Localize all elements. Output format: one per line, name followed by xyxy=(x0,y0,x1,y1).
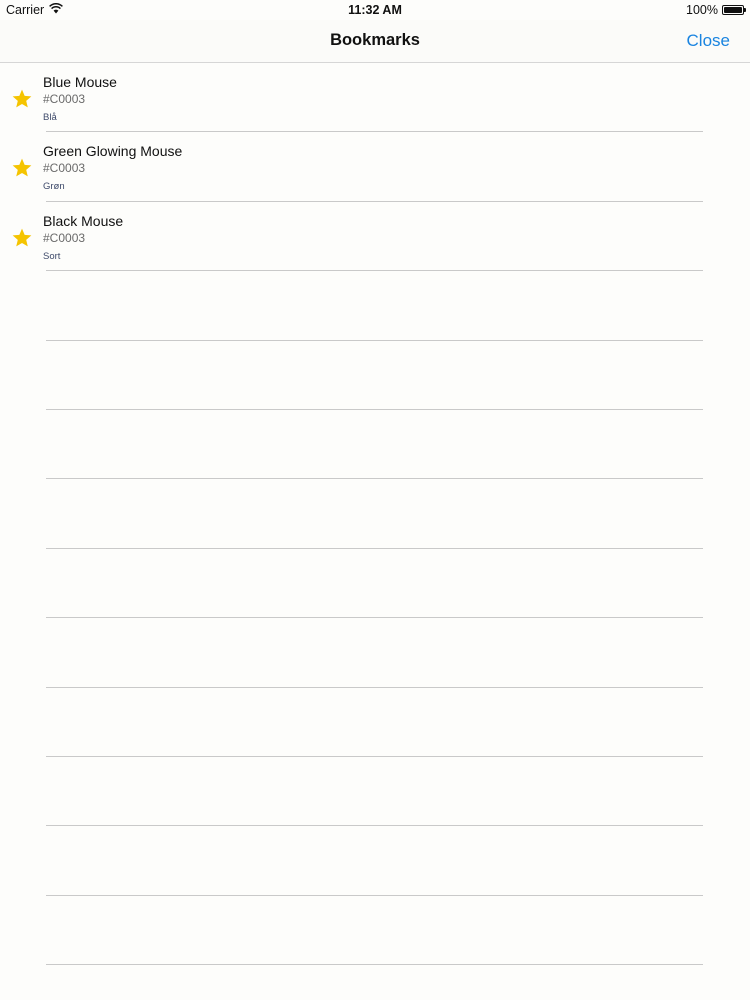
bookmark-row[interactable]: Black Mouse #C0003 Sort xyxy=(0,202,750,272)
bookmark-row[interactable]: Green Glowing Mouse #C0003 Grøn xyxy=(0,132,750,202)
star-icon[interactable] xyxy=(11,88,33,110)
battery-percent: 100% xyxy=(686,3,718,17)
empty-row xyxy=(0,410,750,480)
bookmark-color-label: Grøn xyxy=(43,181,65,193)
empty-row xyxy=(0,341,750,410)
empty-row xyxy=(0,618,750,688)
empty-row xyxy=(0,688,750,757)
navigation-bar: Bookmarks Close xyxy=(0,20,750,63)
bookmark-color-label: Sort xyxy=(43,250,61,262)
bookmark-title: Blue Mouse xyxy=(43,74,117,90)
close-button[interactable]: Close xyxy=(687,31,730,51)
battery-tip xyxy=(744,8,746,12)
empty-row xyxy=(0,479,750,549)
bookmark-color-label: Blå xyxy=(43,112,57,123)
bookmark-code: #C0003 xyxy=(43,230,86,245)
empty-row xyxy=(0,896,750,966)
star-icon[interactable] xyxy=(11,227,33,249)
bookmark-title: Green Glowing Mouse xyxy=(43,143,183,160)
empty-row xyxy=(0,757,750,827)
empty-row xyxy=(0,549,750,619)
status-right: 100% xyxy=(686,3,746,17)
star-icon[interactable] xyxy=(11,157,33,179)
row-divider xyxy=(46,964,703,966)
bookmark-code: #C0003 xyxy=(43,92,86,106)
status-bar: Carrier 11:32 AM 100% xyxy=(0,0,750,20)
battery-icon xyxy=(722,5,746,15)
empty-row xyxy=(0,826,750,896)
bookmark-row[interactable]: Blue Mouse #C0003 Blå xyxy=(0,63,750,133)
page-title: Bookmarks xyxy=(330,31,420,49)
status-time: 11:32 AM xyxy=(348,3,402,17)
empty-row xyxy=(0,271,750,341)
bookmark-code: #C0003 xyxy=(43,161,86,176)
bookmark-title: Black Mouse xyxy=(43,212,124,229)
bookmarks-list: Blue Mouse #C0003 Blå Green Glowing Mous… xyxy=(0,63,750,966)
bookmarks-screen: Carrier 11:32 AM 100% Bookmarks Close Bl… xyxy=(0,0,750,1000)
battery-fill xyxy=(724,7,742,13)
